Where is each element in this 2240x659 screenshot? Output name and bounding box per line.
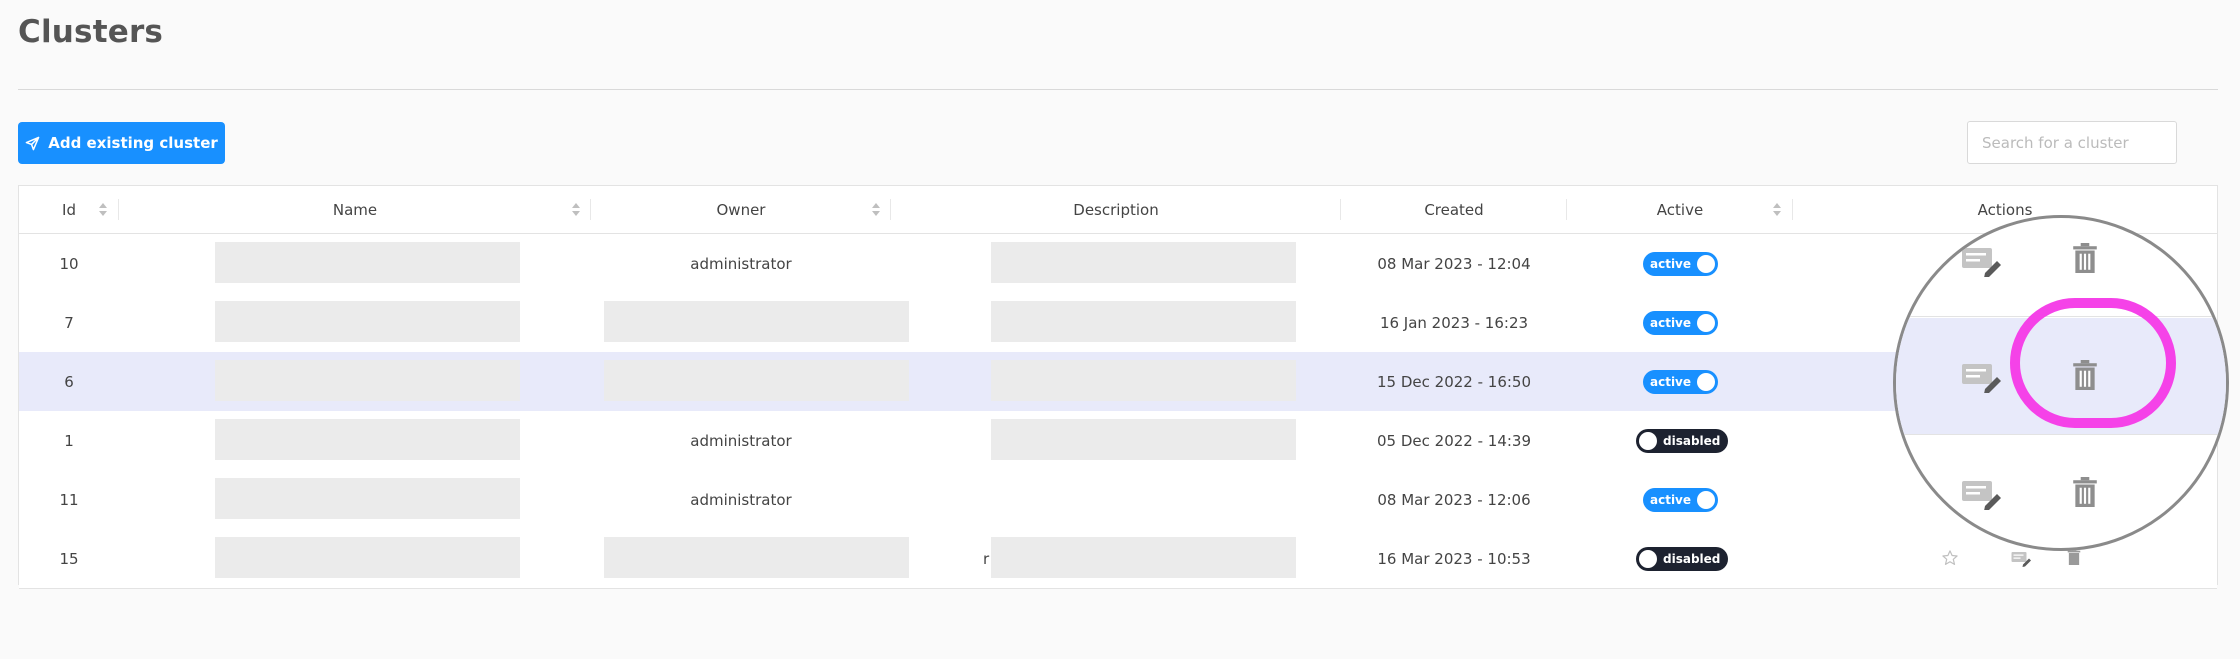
column-header-active[interactable]: Active	[1567, 186, 1793, 233]
cell-id: 15	[59, 549, 79, 568]
edit-icon[interactable]	[1961, 363, 2001, 393]
add-existing-cluster-button[interactable]: Add existing cluster	[18, 122, 225, 164]
trash-icon[interactable]	[2067, 549, 2081, 565]
table-header: Id Name Owner Description Created Active…	[19, 186, 2217, 234]
table-row[interactable]: 1 administrator 05 Dec 2022 - 14:39 disa…	[19, 411, 2217, 471]
toggle-knob	[1639, 432, 1657, 450]
redacted-owner	[604, 360, 909, 401]
redacted-owner	[604, 537, 909, 578]
redacted-name	[215, 419, 520, 460]
redacted-name	[215, 537, 520, 578]
active-toggle[interactable]: disabled	[1636, 429, 1729, 453]
cell-id: 10	[59, 254, 79, 273]
search-input[interactable]	[1967, 121, 2177, 164]
edit-icon[interactable]	[1961, 247, 2001, 277]
redacted-owner	[604, 301, 909, 342]
add-existing-cluster-label: Add existing cluster	[48, 134, 218, 152]
header-divider	[18, 89, 2218, 90]
active-toggle[interactable]: active	[1643, 370, 1719, 394]
toggle-knob	[1697, 314, 1716, 332]
cell-created: 08 Mar 2023 - 12:04	[1377, 254, 1531, 273]
active-toggle[interactable]: active	[1643, 252, 1719, 276]
sort-icon[interactable]	[99, 203, 107, 217]
cell-id: 1	[64, 431, 74, 450]
redacted-name	[215, 242, 520, 283]
toggle-knob	[1639, 550, 1657, 568]
active-toggle[interactable]: active	[1643, 311, 1719, 335]
star-icon[interactable]	[1941, 549, 1959, 567]
partial-star-icon: ✓	[1918, 247, 1929, 262]
redacted-name	[215, 301, 520, 342]
table-row-selected[interactable]: 6 15 Dec 2022 - 16:50 active	[19, 352, 2217, 412]
cell-owner: administrator	[690, 490, 792, 509]
active-toggle[interactable]: disabled	[1636, 547, 1729, 571]
cell-created: 15 Dec 2022 - 16:50	[1377, 372, 1531, 391]
trash-icon[interactable]	[2072, 243, 2098, 273]
redacted-description	[991, 419, 1296, 460]
cell-created: 16 Mar 2023 - 10:53	[1377, 549, 1531, 568]
toggle-knob	[1697, 255, 1716, 273]
cell-created: 05 Dec 2022 - 14:39	[1377, 431, 1531, 450]
redacted-description	[991, 360, 1296, 401]
magnified-row-divider	[1896, 434, 2226, 435]
cell-owner: administrator	[690, 254, 792, 273]
table-row[interactable]: 7 16 Jan 2023 - 16:23 active	[19, 293, 2217, 353]
clusters-table: Id Name Owner Description Created Active…	[18, 185, 2218, 589]
column-header-owner[interactable]: Owner	[591, 186, 891, 233]
redacted-name	[215, 478, 520, 519]
table-row[interactable]: 15 r 16 Mar 2023 - 10:53 disabled	[19, 529, 2217, 589]
sort-icon[interactable]	[1773, 203, 1781, 217]
column-header-name[interactable]: Name	[119, 186, 591, 233]
cell-created: 16 Jan 2023 - 16:23	[1379, 313, 1529, 332]
table-row[interactable]: 11 administrator 08 Mar 2023 - 12:06 act…	[19, 470, 2217, 530]
delete-highlight-ring	[2010, 298, 2176, 428]
page-title: Clusters	[18, 14, 164, 50]
cell-created: 08 Mar 2023 - 12:06	[1377, 490, 1531, 509]
cell-id: 6	[64, 372, 74, 391]
redacted-description	[991, 242, 1296, 283]
table-row[interactable]: 10 administrator 08 Mar 2023 - 12:04 act…	[19, 234, 2217, 294]
sort-icon[interactable]	[572, 203, 580, 217]
cell-id: 7	[64, 313, 74, 332]
cell-id: 11	[59, 490, 79, 509]
active-toggle[interactable]: active	[1643, 488, 1719, 512]
redacted-description	[991, 537, 1296, 578]
toggle-knob	[1697, 491, 1716, 509]
trash-icon[interactable]	[2072, 477, 2098, 507]
cell-owner: administrator	[690, 431, 792, 450]
column-header-created: Created	[1424, 200, 1484, 219]
edit-icon[interactable]	[2011, 551, 2031, 567]
column-header-description: Description	[1073, 200, 1159, 219]
toggle-knob	[1697, 373, 1716, 391]
edit-icon[interactable]	[1961, 480, 2001, 510]
sort-icon[interactable]	[872, 203, 880, 217]
redacted-description	[991, 301, 1296, 342]
redacted-name	[215, 360, 520, 401]
send-icon	[25, 136, 40, 150]
